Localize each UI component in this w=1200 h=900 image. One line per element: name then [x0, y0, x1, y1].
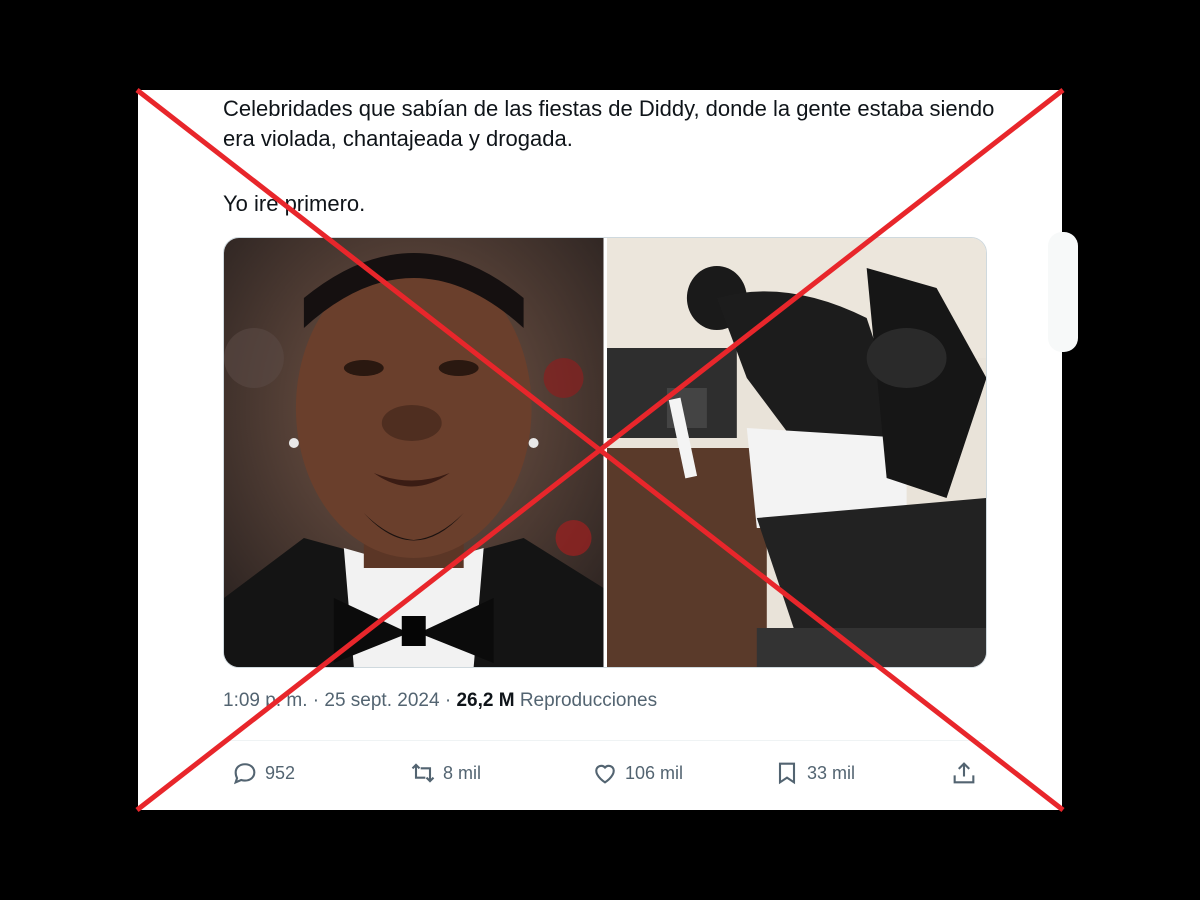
media-image-portrait[interactable] — [224, 238, 604, 667]
like-button[interactable]: 106 mil — [591, 759, 683, 787]
retweet-count: 8 mil — [443, 762, 482, 783]
like-count: 106 mil — [625, 762, 684, 783]
reply-count: 952 — [265, 762, 296, 783]
share-icon — [953, 762, 975, 784]
bookmark-icon — [778, 762, 796, 785]
views-label: Reproducciones — [519, 690, 658, 711]
bookmark-button[interactable]: 33 mil — [773, 759, 855, 787]
right-edge-panel — [1010, 90, 1078, 810]
tweet-card: Celebridades que sabían de las fiestas d… — [138, 90, 1062, 810]
meta-separator: · — [312, 690, 320, 711]
tweet-text-line1: Celebridades que sabían de las fiestas d… — [223, 96, 995, 151]
tweet-date[interactable]: 25 sept. 2024 — [324, 690, 439, 711]
tweet-time[interactable]: 1:09 p. m. — [223, 690, 308, 711]
tweet-text: Celebridades que sabían de las fiestas d… — [223, 94, 1023, 219]
side-scroll-pill[interactable] — [1048, 232, 1078, 352]
tweet-media[interactable] — [223, 237, 987, 668]
bookmark-count: 33 mil — [807, 762, 856, 783]
retweet-icon — [411, 763, 435, 783]
reply-icon — [233, 763, 256, 785]
share-button[interactable] — [950, 759, 978, 787]
meta-separator: · — [444, 690, 452, 711]
media-image-courtroom[interactable] — [606, 238, 986, 667]
tweet-text-line2: Yo ire primero. — [223, 191, 366, 216]
reply-button[interactable]: 952 — [231, 759, 295, 787]
retweet-button[interactable]: 8 mil — [409, 759, 481, 787]
like-icon — [595, 764, 615, 784]
views-count: 26,2 M — [456, 690, 515, 711]
tweet-meta: 1:09 p. m. · 25 sept. 2024 · 26,2 M Repr… — [223, 690, 657, 712]
tweet-actions: 952 8 mil 106 mil 33 mil — [223, 740, 985, 801]
